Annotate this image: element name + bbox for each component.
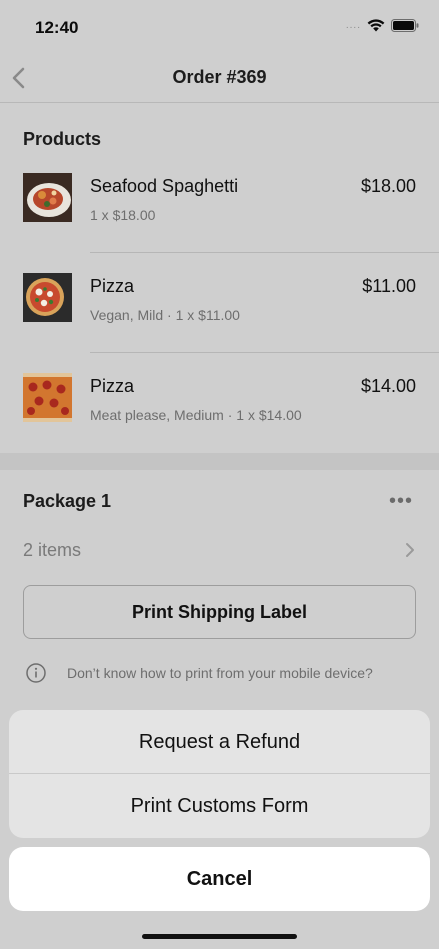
package-items-row[interactable]: 2 items: [0, 530, 439, 570]
product-name: Pizza: [90, 276, 135, 296]
chevron-right-icon: [406, 543, 414, 557]
home-indicator[interactable]: [142, 934, 297, 939]
print-help-text: Don’t know how to print from your mobile…: [67, 665, 373, 681]
wifi-icon: [367, 19, 385, 32]
print-help-row[interactable]: Don’t know how to print from your mobile…: [0, 658, 439, 688]
product-row[interactable]: Pizza Vegan, Mild · 1 x $11.00 $11.00: [0, 253, 439, 353]
page-title: Order #369: [172, 67, 267, 87]
status-indicators: ....: [346, 19, 419, 32]
product-thumbnail: [23, 373, 72, 422]
battery-icon: [391, 19, 419, 32]
product-price: $14.00: [360, 376, 416, 396]
section-separator: [0, 453, 439, 470]
products-section: Products Seafood Spaghetti 1 x $18.00 $1…: [0, 103, 439, 453]
product-name: Pizza: [90, 376, 135, 396]
items-count: 2 items: [23, 540, 82, 560]
product-price: $18.00: [360, 176, 416, 196]
product-price: $11.00: [362, 276, 416, 296]
info-icon: [26, 663, 46, 683]
request-refund-button[interactable]: Request a Refund: [9, 710, 430, 774]
nav-bar: Order #369: [0, 52, 439, 103]
action-sheet: Request a Refund Print Customs Form: [9, 710, 430, 838]
status-time: 12:40: [35, 18, 79, 37]
cancel-button[interactable]: Cancel: [9, 847, 430, 911]
product-detail: 1 x $18.00: [90, 207, 156, 223]
print-shipping-label-button[interactable]: Print Shipping Label: [23, 585, 416, 639]
product-row[interactable]: Seafood Spaghetti 1 x $18.00 $18.00: [0, 153, 439, 253]
products-heading: Products: [23, 129, 102, 149]
product-detail: Vegan, Mild · 1 x $11.00: [90, 307, 240, 323]
package-title: Package 1: [23, 491, 112, 511]
product-row[interactable]: Pizza Meat please, Medium · 1 x $14.00 $…: [0, 353, 439, 453]
status-bar: 12:40 ....: [0, 0, 439, 52]
product-thumbnail: [23, 273, 72, 322]
order-screen: 12:40 .... Order #369 Products Seafood S…: [0, 0, 439, 949]
product-thumbnail: [23, 173, 72, 222]
print-customs-form-button[interactable]: Print Customs Form: [9, 774, 430, 838]
product-name: Seafood Spaghetti: [90, 176, 239, 196]
product-detail: Meat please, Medium · 1 x $14.00: [90, 407, 302, 423]
signal-icon: ....: [345, 20, 361, 31]
more-options-icon[interactable]: •••: [389, 490, 413, 513]
